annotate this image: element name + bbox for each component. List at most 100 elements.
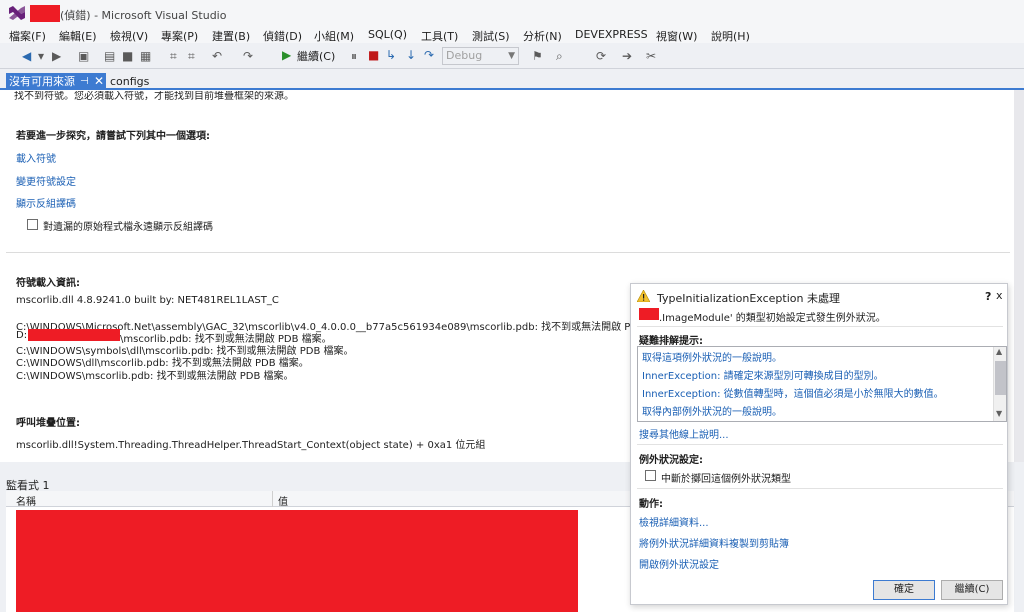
- help-icon[interactable]: ?: [985, 290, 991, 303]
- exception-title: TypeInitializationException 未處理: [657, 292, 840, 305]
- continue-icon[interactable]: ▶: [282, 47, 291, 63]
- break-all-icon[interactable]: ⏸: [351, 48, 357, 64]
- menu-view[interactable]: 檢視(V): [110, 28, 148, 44]
- close-icon[interactable]: x: [996, 289, 1003, 302]
- exception-assistant-popup: TypeInitializationException 未處理 ? x .Ima…: [630, 283, 1008, 605]
- open-file-icon[interactable]: ▤: [104, 48, 115, 64]
- redacted-watch-entries: [16, 510, 578, 612]
- dropdown-arrow-icon[interactable]: ▾: [38, 48, 44, 64]
- scroll-up-icon[interactable]: ▲: [996, 347, 1002, 356]
- menu-devexpress[interactable]: DEVEXPRESS: [575, 28, 648, 41]
- window-title: (偵錯) - Microsoft Visual Studio: [60, 9, 227, 22]
- tab-no-source-available[interactable]: 沒有可用來源: [6, 73, 106, 90]
- exception-description: .ImageModule' 的類型初始設定式發生例外狀況。: [659, 313, 886, 324]
- customize-toolbar-icon[interactable]: ✂: [646, 48, 656, 64]
- redacted-type-name: [639, 308, 659, 320]
- tab-configs[interactable]: configs: [110, 75, 149, 88]
- uncomment-icon[interactable]: ⌗: [188, 48, 195, 64]
- change-symbol-settings-link[interactable]: 變更符號設定: [16, 173, 76, 188]
- step-into-icon[interactable]: ↓: [406, 47, 416, 63]
- explore-options-heading: 若要進一步探究，請嘗試下列其中一個選項:: [16, 131, 210, 142]
- new-project-icon[interactable]: ▣: [78, 48, 89, 64]
- navigate-back-icon[interactable]: ◀: [22, 48, 31, 64]
- menu-sql[interactable]: SQL(Q): [368, 28, 407, 41]
- continue-button[interactable]: 繼續(C): [297, 48, 335, 64]
- break-on-exception-label: 中斷於擲回這個例外狀況類型: [661, 474, 791, 485]
- arrow-right-icon[interactable]: ➔: [622, 48, 632, 64]
- menu-tools[interactable]: 工具(T): [421, 28, 458, 44]
- chevron-down-icon: ▼: [508, 51, 515, 61]
- tip-link[interactable]: InnerException: 請確定來源型別可轉換成目的型別。: [642, 367, 884, 382]
- title-bar: (偵錯) - Microsoft Visual Studio: [0, 0, 1024, 26]
- hex-display-icon[interactable]: ⚑: [532, 48, 543, 64]
- watch-column-name[interactable]: 名稱: [16, 493, 36, 508]
- load-symbols-link[interactable]: 載入符號: [16, 150, 56, 165]
- menu-project[interactable]: 專案(P): [161, 28, 198, 44]
- call-stack-location-heading: 呼叫堆疊位置:: [16, 418, 80, 429]
- divider: [637, 444, 1003, 445]
- symbol-load-info-heading: 符號載入資訊:: [16, 278, 80, 289]
- call-stack-location-value: mscorlib.dll!System.Threading.ThreadHelp…: [16, 440, 486, 451]
- warning-icon: [637, 290, 650, 302]
- configuration-value: Debug: [446, 49, 483, 62]
- always-show-disassembly-label: 對遺漏的原始程式檔永遠顯示反組譯碼: [43, 222, 213, 233]
- visual-studio-logo-icon: [9, 6, 25, 20]
- always-show-disassembly-checkbox[interactable]: [27, 219, 38, 230]
- watch-column-value[interactable]: 值: [278, 493, 288, 508]
- divider: [637, 326, 1003, 327]
- menu-edit[interactable]: 編輯(E): [59, 28, 97, 44]
- column-divider[interactable]: [272, 491, 273, 507]
- step-over-icon[interactable]: ↷: [424, 47, 434, 63]
- menu-debug[interactable]: 偵錯(D): [263, 28, 302, 44]
- view-disassembly-link[interactable]: 顯示反組譯碼: [16, 195, 76, 210]
- divider: [637, 488, 1003, 489]
- redo-icon[interactable]: ↷: [243, 48, 253, 64]
- tip-link[interactable]: InnerException: 從數值轉型時，這個值必須是小於無限大的數值。: [642, 385, 944, 400]
- continue-button[interactable]: 繼續(C): [941, 580, 1003, 600]
- save-icon[interactable]: ■: [122, 48, 133, 64]
- pin-tab-icon[interactable]: ⊣: [80, 73, 89, 90]
- save-all-icon[interactable]: ▦: [140, 48, 151, 64]
- menu-bar: 檔案(F) 編輯(E) 檢視(V) 專案(P) 建置(B) 偵錯(D) 小組(M…: [0, 26, 1024, 43]
- redacted-path: [28, 329, 120, 341]
- tips-scrollbar[interactable]: ▲ ▼: [993, 347, 1006, 421]
- mscorlib-version: mscorlib.dll 4.8.9241.0 built by: NET481…: [16, 295, 279, 306]
- view-detail-link[interactable]: 檢視詳細資料...: [639, 514, 709, 529]
- comment-icon[interactable]: ⌗: [170, 48, 177, 64]
- menu-window[interactable]: 視窗(W): [656, 28, 697, 44]
- solution-configuration-select[interactable]: Debug ▼: [442, 47, 519, 65]
- menu-file[interactable]: 檔案(F): [9, 28, 46, 44]
- ok-button[interactable]: 確定: [873, 580, 935, 600]
- symbol-path-d-prefix: D:: [16, 330, 28, 341]
- undo-icon[interactable]: ↶: [212, 48, 222, 64]
- open-exception-settings-link[interactable]: 開啟例外狀況設定: [639, 556, 719, 571]
- scroll-down-icon[interactable]: ▼: [996, 409, 1002, 418]
- show-next-statement-icon[interactable]: ↳: [386, 47, 396, 63]
- tab-label: 沒有可用來源: [9, 75, 75, 88]
- redacted-project-name: [30, 5, 60, 22]
- exception-settings-heading: 例外狀況設定:: [639, 455, 703, 466]
- bookmark-icon[interactable]: ⟳: [596, 48, 606, 64]
- symbol-path-windows: C:\WINDOWS\mscorlib.pdb: 找不到或無法開啟 PDB 檔案…: [16, 371, 294, 382]
- copy-exception-detail-link[interactable]: 將例外狀況詳細資料複製到剪貼簿: [639, 535, 789, 550]
- stop-debugging-icon[interactable]: ■: [368, 47, 379, 63]
- scrollbar-thumb[interactable]: [995, 361, 1006, 395]
- close-tab-icon[interactable]: ✕: [94, 73, 104, 90]
- search-online-help-link[interactable]: 搜尋其他線上說明...: [639, 426, 729, 441]
- menu-test[interactable]: 測試(S): [472, 28, 510, 44]
- troubleshooting-tips-list: 取得這項例外狀況的一般說明。 InnerException: 請確定來源型別可轉…: [637, 346, 1007, 422]
- tip-link[interactable]: 取得內部例外狀況的一般說明。: [642, 403, 782, 418]
- menu-build[interactable]: 建置(B): [212, 28, 250, 44]
- document-tab-strip: [0, 69, 1024, 90]
- section-divider: [6, 252, 1010, 253]
- actions-heading: 動作:: [639, 499, 663, 510]
- tip-link[interactable]: 取得這項例外狀況的一般說明。: [642, 349, 782, 364]
- break-on-exception-checkbox[interactable]: [645, 470, 656, 481]
- menu-help[interactable]: 說明(H): [711, 28, 750, 44]
- navigate-forward-icon[interactable]: ▶: [52, 48, 61, 64]
- troubleshooting-tips-heading: 疑難排解提示:: [639, 336, 703, 347]
- find-icon[interactable]: ⌕: [556, 48, 563, 64]
- menu-team[interactable]: 小組(M): [314, 28, 354, 44]
- document-scrollbar[interactable]: [1014, 90, 1024, 462]
- menu-analyze[interactable]: 分析(N): [523, 28, 562, 44]
